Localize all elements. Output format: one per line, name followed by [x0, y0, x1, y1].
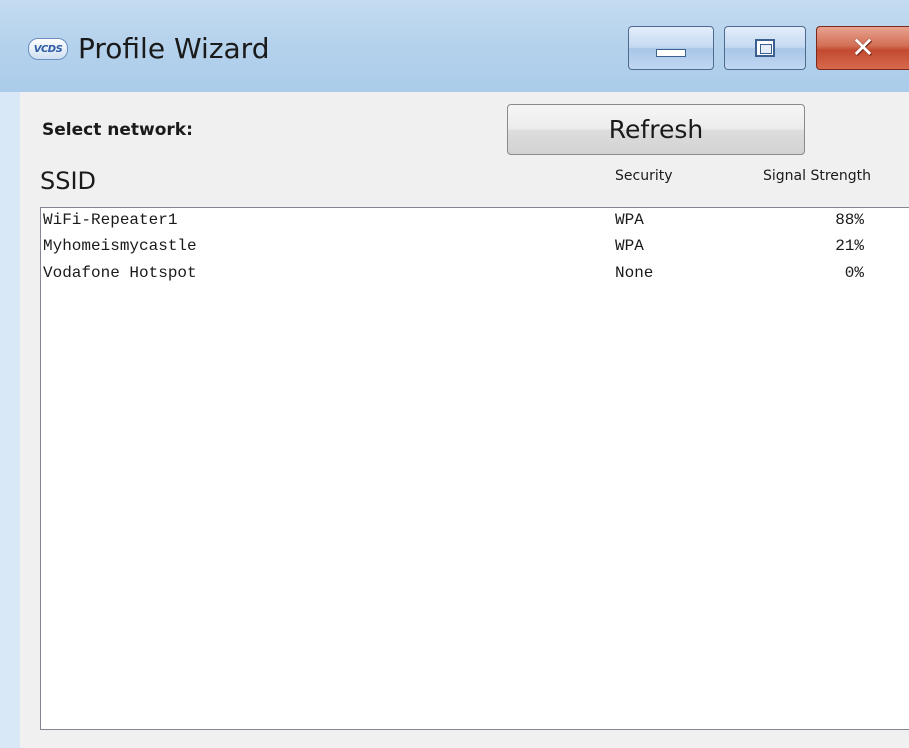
network-security: WPA [615, 211, 644, 229]
close-icon: ✕ [851, 31, 875, 64]
column-header-signal-strength: Signal Strength [763, 168, 872, 184]
select-network-label: Select network: [42, 120, 193, 140]
network-ssid: WiFi-Repeater1 [43, 211, 178, 229]
network-signal: 88% [835, 211, 864, 229]
network-ssid: Myhomeismycastle [43, 237, 197, 255]
vcds-app-icon: VCDS [28, 38, 68, 60]
title-bar[interactable]: VCDS Profile Wizard ✕ [0, 0, 909, 92]
network-row[interactable]: WiFi-Repeater1 WPA 88% [41, 208, 909, 234]
network-row[interactable]: Vodafone Hotspot None 0% [41, 261, 909, 287]
network-list[interactable]: WiFi-Repeater1 WPA 88% Myhomeismycastle … [40, 207, 909, 730]
column-header-ssid: SSID [40, 167, 97, 195]
network-ssid: Vodafone Hotspot [43, 264, 197, 282]
close-button[interactable]: ✕ [816, 26, 909, 70]
bottom-margin [20, 730, 909, 748]
network-signal: 21% [835, 237, 864, 255]
network-signal: 0% [844, 264, 864, 282]
column-header-security: Security [615, 168, 673, 184]
window-title: Profile Wizard [78, 32, 270, 65]
app-icon-text: VCDS [33, 43, 63, 55]
maximize-icon [755, 39, 775, 57]
network-security: WPA [615, 237, 644, 255]
maximize-button[interactable] [724, 26, 806, 70]
profile-wizard-window: VCDS Profile Wizard ✕ Select network: Re… [0, 0, 909, 748]
refresh-button[interactable]: Refresh [507, 104, 805, 155]
network-security: None [615, 264, 654, 282]
network-row[interactable]: Myhomeismycastle WPA 21% [41, 234, 909, 260]
minimize-icon [656, 49, 686, 57]
minimize-button[interactable] [628, 26, 714, 70]
